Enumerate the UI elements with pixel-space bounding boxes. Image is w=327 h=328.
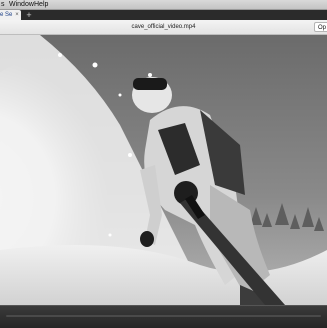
menu-item-s[interactable]: s <box>1 0 5 9</box>
new-tab-icon[interactable]: + <box>24 10 34 20</box>
title-bar: cave_official_video.mp4 Op <box>0 20 327 35</box>
close-tab-icon[interactable]: × <box>13 10 21 20</box>
video-viewer[interactable] <box>0 35 327 305</box>
menu-item-help[interactable]: Help <box>34 0 48 9</box>
video-frame <box>0 35 327 305</box>
tab-label: e Se <box>0 12 13 18</box>
open-button[interactable]: Op <box>314 22 327 32</box>
menu-item-window[interactable]: Window <box>9 0 34 9</box>
window-title: cave_official_video.mp4 <box>131 24 196 30</box>
tab-bar: e Se × + <box>0 10 327 20</box>
seek-track[interactable] <box>6 315 321 317</box>
player-controls-bar[interactable] <box>0 305 327 328</box>
menu-bar: s Window Help <box>0 0 327 10</box>
